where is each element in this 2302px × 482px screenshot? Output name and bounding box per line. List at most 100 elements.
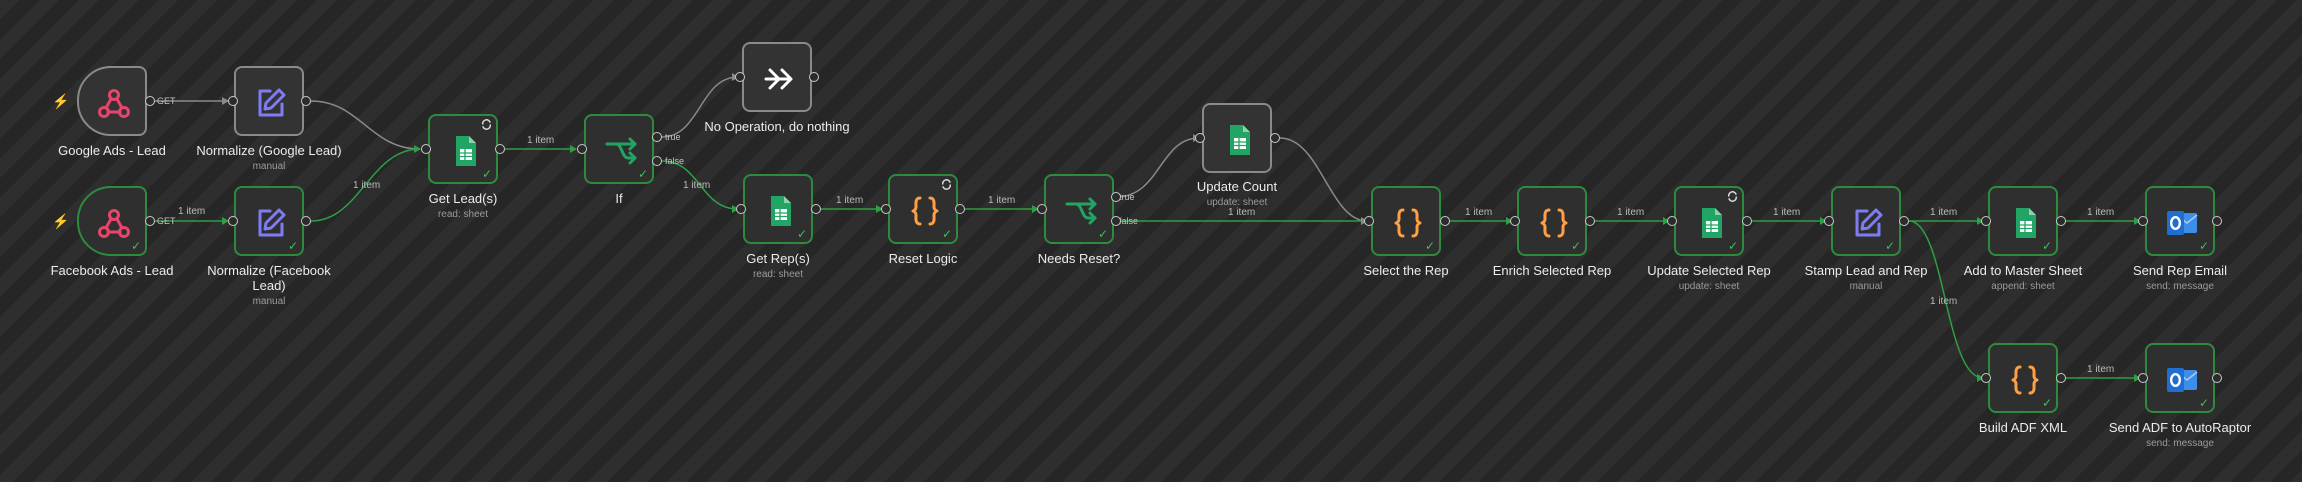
input-port[interactable]	[1037, 204, 1047, 214]
output-port[interactable]	[145, 216, 155, 226]
output-port-false[interactable]	[652, 156, 662, 166]
outlook-icon	[2167, 368, 2198, 392]
output-port[interactable]	[2056, 216, 2066, 226]
code-braces-icon	[2011, 365, 2039, 395]
edge-label: 1 item	[353, 180, 381, 191]
success-check-icon: ✓	[2198, 396, 2209, 410]
node-title: If	[615, 191, 623, 206]
node-normalize-facebook-lead[interactable]: ✓	[234, 186, 304, 256]
edge-label: 1 item	[2087, 207, 2115, 218]
node-needs-reset[interactable]: ✓	[1044, 174, 1114, 244]
output-port[interactable]	[955, 204, 965, 214]
input-port[interactable]	[421, 144, 431, 154]
output-port[interactable]	[1270, 133, 1280, 143]
success-check-icon: ✓	[2198, 239, 2209, 253]
node-send-rep-email[interactable]: ✓	[2145, 186, 2215, 256]
node-normalize-google-lead[interactable]	[234, 66, 304, 136]
sync-icon	[482, 119, 491, 130]
output-port[interactable]	[1585, 216, 1595, 226]
input-port[interactable]	[228, 216, 238, 226]
node-add-to-master-sheet[interactable]: ✓	[1988, 186, 2058, 256]
node-select-the-rep[interactable]: ✓	[1371, 186, 1441, 256]
edit-icon	[1855, 208, 1883, 237]
google-sheets-icon	[456, 136, 476, 166]
input-port[interactable]	[1195, 133, 1205, 143]
node-title: Send Rep Email	[2133, 263, 2227, 278]
node-enrich-selected-rep[interactable]: ✓	[1517, 186, 1587, 256]
webhook-icon	[98, 89, 130, 118]
arrow-forward-icon	[764, 68, 793, 90]
edit-icon	[258, 88, 286, 117]
output-port-false[interactable]	[1111, 216, 1121, 226]
output-port[interactable]	[811, 204, 821, 214]
node-update-selected-rep[interactable]: ✓	[1674, 186, 1744, 256]
edge-label: 1 item	[683, 180, 711, 191]
output-port[interactable]	[1899, 216, 1909, 226]
output-port[interactable]	[809, 72, 819, 82]
edge-label: 1 item	[178, 206, 206, 217]
success-check-icon: ✓	[1727, 239, 1738, 253]
output-port[interactable]	[1742, 216, 1752, 226]
output-port[interactable]	[2056, 373, 2066, 383]
edge-label: 1 item	[988, 195, 1016, 206]
input-port[interactable]	[577, 144, 587, 154]
input-port[interactable]	[736, 204, 746, 214]
node-build-adf-xml[interactable]: ✓	[1988, 343, 2058, 413]
output-port[interactable]	[495, 144, 505, 154]
output-port[interactable]	[301, 96, 311, 106]
node-get-reps[interactable]: ✓	[743, 174, 813, 244]
edge-label: 1 item	[2087, 364, 2115, 375]
node-title: Send ADF to AutoRaptor	[2108, 420, 2252, 435]
input-port[interactable]	[1981, 216, 1991, 226]
edge-label: 1 item	[1773, 207, 1801, 218]
edge-label: 1 item	[1930, 296, 1958, 307]
output-port-true[interactable]	[1111, 192, 1121, 202]
input-port[interactable]	[1824, 216, 1834, 226]
connections-layer	[155, 73, 2141, 382]
sync-icon	[1728, 191, 1737, 202]
google-sheets-icon	[2016, 208, 2036, 238]
output-port-true[interactable]	[652, 132, 662, 142]
input-port[interactable]	[228, 96, 238, 106]
success-check-icon: ✓	[287, 239, 298, 253]
outlook-icon	[2167, 211, 2198, 235]
node-title: Normalize (Google Lead)	[196, 143, 342, 158]
node-update-count[interactable]	[1202, 103, 1272, 173]
node-google-ads-lead[interactable]	[77, 66, 147, 136]
input-port[interactable]	[735, 72, 745, 82]
input-port[interactable]	[1364, 216, 1374, 226]
port-label-false: false	[1119, 216, 1139, 226]
node-reset-logic[interactable]: ✓	[888, 174, 958, 244]
input-port[interactable]	[1667, 216, 1677, 226]
if-branch-icon	[1065, 197, 1097, 225]
success-check-icon: ✓	[1424, 239, 1435, 253]
output-port[interactable]	[301, 216, 311, 226]
sync-icon	[942, 179, 951, 190]
input-port[interactable]	[1981, 373, 1991, 383]
code-braces-icon	[1540, 208, 1568, 238]
node-get-leads[interactable]: ✓	[428, 114, 498, 184]
google-sheets-icon	[771, 196, 791, 226]
node-no-operation[interactable]	[742, 42, 812, 112]
input-port[interactable]	[2138, 216, 2148, 226]
node-subtitle: read: sheet	[752, 269, 804, 280]
node-send-adf-to-autoraptor[interactable]: ✓	[2145, 343, 2215, 413]
output-port[interactable]	[2212, 216, 2222, 226]
node-stamp-lead-and-rep[interactable]: ✓	[1831, 186, 1901, 256]
input-port[interactable]	[881, 204, 891, 214]
input-port[interactable]	[2138, 373, 2148, 383]
success-check-icon: ✓	[130, 239, 141, 253]
output-port[interactable]	[145, 96, 155, 106]
output-port[interactable]	[2212, 373, 2222, 383]
node-if[interactable]: ✓	[584, 114, 654, 184]
workflow-canvas[interactable]: 1 item 1 item 1 item 1 item 1 item 1 ite…	[0, 0, 2302, 482]
success-check-icon: ✓	[2041, 396, 2052, 410]
node-subtitle: send: message	[2146, 438, 2214, 449]
node-facebook-ads-lead[interactable]: ✓	[77, 186, 147, 256]
edge-label: 1 item	[836, 195, 864, 206]
google-sheets-icon	[1230, 125, 1250, 155]
output-port[interactable]	[1440, 216, 1450, 226]
input-port[interactable]	[1510, 216, 1520, 226]
success-check-icon: ✓	[2041, 239, 2052, 253]
webhook-icon	[98, 209, 130, 238]
